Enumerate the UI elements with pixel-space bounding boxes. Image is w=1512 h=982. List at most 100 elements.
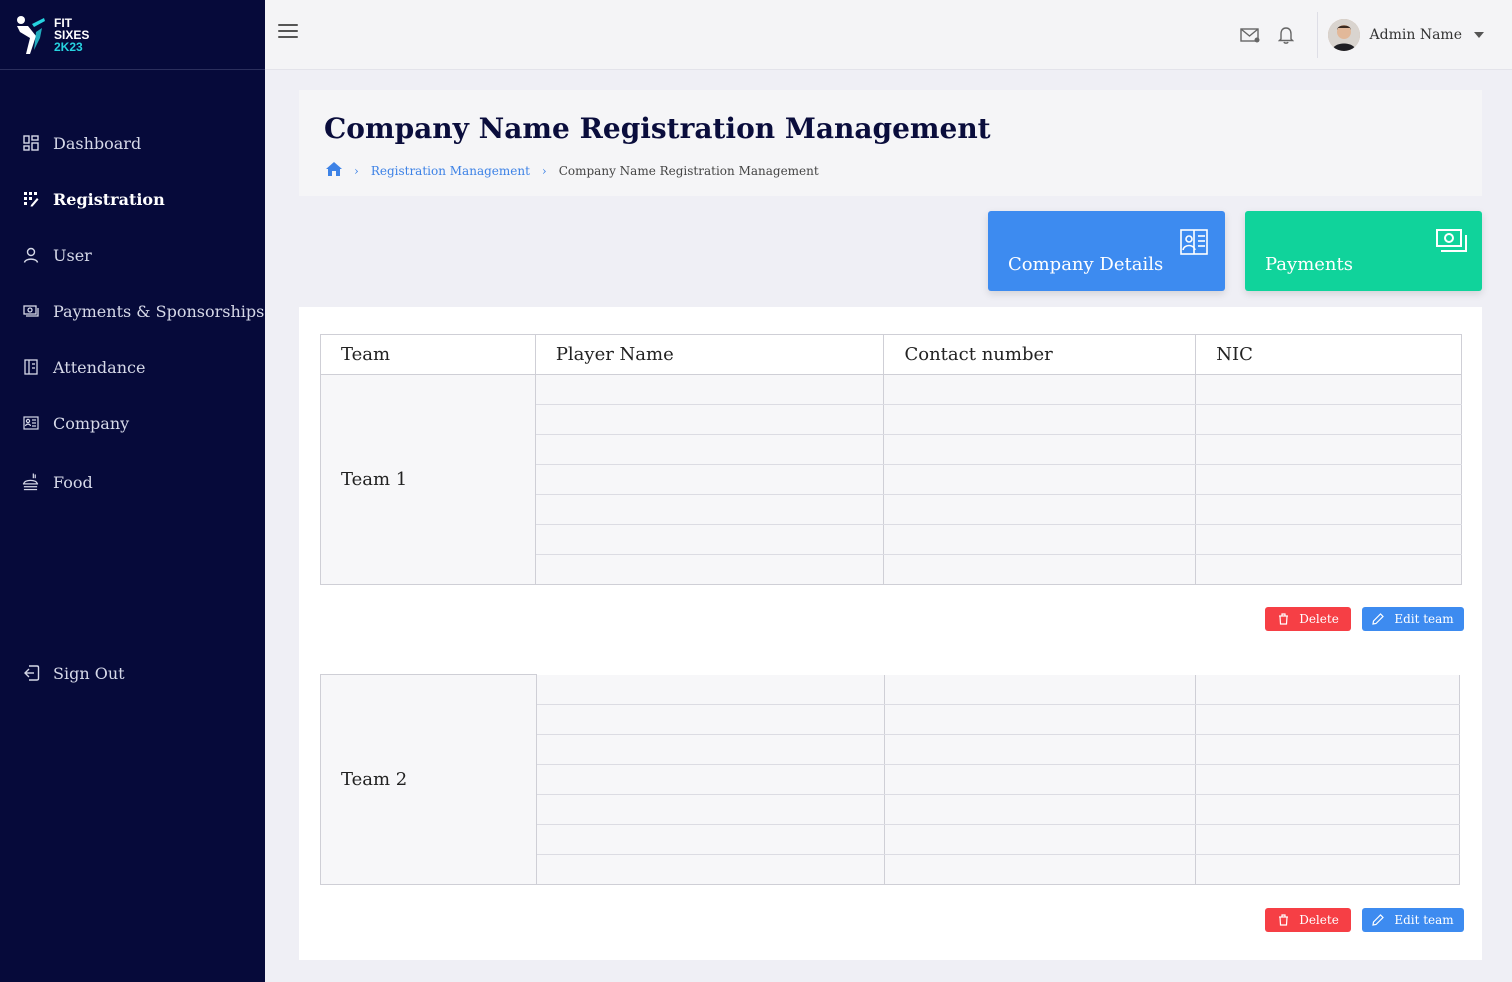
contact-cell[interactable]: [883, 374, 1197, 405]
delete-label: Delete: [1299, 913, 1339, 927]
sidebar-item-label: Attendance: [53, 357, 146, 377]
bell-icon[interactable]: [1275, 24, 1297, 46]
breadcrumb-current: Company Name Registration Management: [558, 163, 819, 178]
team-name-cell: Team 2: [320, 674, 537, 885]
nic-cell[interactable]: [1195, 704, 1460, 735]
mail-icon[interactable]: [1239, 24, 1261, 46]
chevron-right-icon: ›: [541, 163, 547, 178]
player-name-cell[interactable]: [535, 764, 885, 795]
nic-cell[interactable]: [1195, 494, 1462, 525]
contact-cell[interactable]: [883, 764, 1197, 795]
nic-cell[interactable]: [1195, 734, 1460, 765]
sidebar-item-registration[interactable]: Registration: [0, 171, 265, 227]
contact-cell[interactable]: [883, 854, 1197, 885]
trash-icon: [1277, 613, 1289, 625]
nic-cell[interactable]: [1195, 404, 1462, 435]
admin-name[interactable]: Admin Name: [1370, 27, 1462, 43]
company-details-card[interactable]: Company Details: [988, 211, 1225, 291]
player-name-cell[interactable]: [535, 704, 885, 735]
contact-cell[interactable]: [883, 704, 1197, 735]
contact-cell[interactable]: [883, 554, 1197, 585]
payments-card[interactable]: Payments: [1245, 211, 1482, 291]
nic-cell[interactable]: [1195, 794, 1460, 825]
delete-team-1-button[interactable]: Delete: [1265, 607, 1351, 631]
contact-cell[interactable]: [883, 464, 1197, 495]
player-name-cell[interactable]: [534, 374, 885, 405]
player-name-cell[interactable]: [534, 554, 885, 585]
edit-team-2-button[interactable]: Edit team: [1362, 908, 1464, 932]
contact-cell[interactable]: [883, 824, 1197, 855]
player-name-cell[interactable]: [534, 464, 885, 495]
pencil-icon: [1372, 914, 1385, 926]
sidebar-item-label: Food: [53, 472, 93, 492]
player-name-cell[interactable]: [534, 524, 885, 555]
company-icon: [22, 415, 39, 432]
edit-team-1-button[interactable]: Edit team: [1362, 607, 1464, 631]
sidebar-item-label: Payments & Sponsorships: [53, 301, 265, 321]
contact-cell[interactable]: [883, 524, 1197, 555]
nic-cell[interactable]: [1195, 854, 1460, 885]
sidebar-item-food[interactable]: Food: [0, 451, 265, 513]
food-icon: [22, 473, 39, 491]
chevron-down-icon[interactable]: [1474, 32, 1484, 38]
nic-cell[interactable]: [1195, 524, 1462, 555]
nic-cell[interactable]: [1195, 374, 1462, 405]
brand-line-2: SIXES: [54, 27, 90, 42]
contact-cell[interactable]: [883, 404, 1197, 435]
player-name-cell[interactable]: [535, 824, 885, 855]
nic-cell[interactable]: [1195, 554, 1462, 585]
money-icon: [1436, 228, 1467, 256]
registration-icon: [22, 191, 39, 208]
player-name-cell[interactable]: [535, 674, 885, 705]
company-details-label: Company Details: [1008, 254, 1164, 275]
player-name-cell[interactable]: [535, 854, 885, 885]
sign-out-icon: [22, 664, 40, 682]
sidebar-item-label: Company: [53, 413, 130, 433]
cricket-logo-icon: [14, 14, 48, 56]
sidebar-item-dashboard[interactable]: Dashboard: [0, 115, 265, 171]
edit-label: Edit team: [1394, 612, 1454, 626]
team-name-cell: Team 1: [320, 374, 536, 585]
contact-cell[interactable]: [883, 734, 1197, 765]
breadcrumb-link-registration[interactable]: Registration Management: [371, 164, 530, 178]
player-name-cell[interactable]: [534, 404, 885, 435]
column-header-nic: NIC: [1195, 334, 1462, 375]
brand-logo[interactable]: FIT SIXES 2K23: [0, 0, 265, 70]
player-name-cell[interactable]: [534, 434, 885, 465]
contact-cell[interactable]: [883, 674, 1197, 705]
delete-label: Delete: [1299, 612, 1339, 626]
player-name-cell[interactable]: [534, 494, 885, 525]
contact-cell[interactable]: [883, 794, 1197, 825]
menu-toggle-icon[interactable]: [278, 24, 298, 42]
nic-cell[interactable]: [1195, 464, 1462, 495]
payments-icon: [22, 303, 39, 320]
column-header-team: Team: [320, 334, 536, 375]
sidebar-item-label: User: [53, 245, 92, 265]
sidebar-item-company[interactable]: Company: [0, 395, 265, 451]
company-profile-icon: [1179, 228, 1209, 256]
team-2-table: Team 2: [320, 674, 1460, 885]
avatar[interactable]: [1327, 19, 1360, 51]
column-header-contact: Contact number: [883, 334, 1197, 375]
contact-cell[interactable]: [883, 434, 1197, 465]
page-title: Company Name Registration Management: [324, 112, 991, 145]
sidebar-item-attendance[interactable]: Attendance: [0, 339, 265, 395]
sidebar-item-payments[interactable]: Payments & Sponsorships: [0, 283, 265, 339]
contact-cell[interactable]: [883, 494, 1197, 525]
sign-out-button[interactable]: Sign Out: [0, 645, 265, 701]
player-name-cell[interactable]: [535, 794, 885, 825]
home-icon[interactable]: [326, 162, 342, 179]
sidebar-item-user[interactable]: User: [0, 227, 265, 283]
player-name-cell[interactable]: [535, 734, 885, 765]
nic-cell[interactable]: [1195, 824, 1460, 855]
breadcrumb: › Registration Management › Company Name…: [326, 162, 819, 179]
delete-team-2-button[interactable]: Delete: [1265, 908, 1351, 932]
nic-cell[interactable]: [1195, 764, 1460, 795]
column-header-player-name: Player Name: [534, 334, 885, 375]
sidebar-item-label: Registration: [53, 189, 165, 209]
dashboard-icon: [22, 135, 39, 152]
page-header: Company Name Registration Management › R…: [299, 90, 1482, 196]
sidebar: FIT SIXES 2K23 Dashboard Registration Us…: [0, 0, 265, 982]
nic-cell[interactable]: [1195, 674, 1460, 705]
nic-cell[interactable]: [1195, 434, 1462, 465]
